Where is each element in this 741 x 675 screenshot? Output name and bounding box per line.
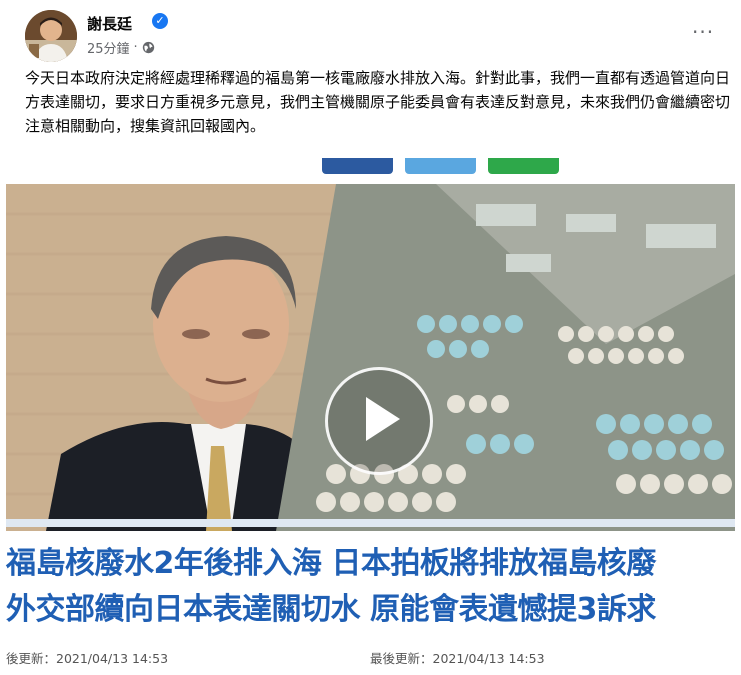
share-bar-green [488,158,559,174]
post-meta: 25分鐘 · [87,38,155,57]
post-text: 今天日本政府決定將經處理稀釋過的福島第一核電廠廢水排放入海。針對此事，我們一直都… [25,69,731,135]
link-preview-image[interactable]: 福島核廢水2年後排入海 日本拍板將排放福島核廢 外交部續向日本表達關切水 原能會… [0,158,741,675]
post-time[interactable]: 25分鐘 [87,38,130,57]
share-bar-blue [322,158,393,174]
facebook-post: 謝長廷 ✓ 25分鐘 · ··· 今天日本政府決定將經處理稀釋過的福島第一核電廠… [0,0,741,675]
video-thumbnail[interactable] [6,184,735,531]
share-buttons-strip [0,158,741,184]
headline-line-1: 福島核廢水2年後排入海 日本拍板將排放福島核廢 [6,546,656,581]
verified-badge-icon: ✓ [152,13,168,29]
update-timestamp-left: 後更新：2021/04/13 14:53 [6,651,169,666]
more-options-icon[interactable]: ··· [692,20,714,44]
share-bar-lightblue [405,158,476,174]
headline-divider [6,519,735,527]
globe-icon[interactable] [142,41,155,54]
post-header: 謝長廷 ✓ 25分鐘 · ··· [0,0,741,64]
meta-separator: · [133,40,138,55]
headline-line-2: 外交部續向日本表達關切水 原能會表遺憾提3訴求 [6,592,656,627]
play-icon[interactable] [325,367,433,475]
update-timestamp-right: 最後更新：2021/04/13 14:53 [370,651,545,666]
author-name[interactable]: 謝長廷 [87,13,132,34]
avatar[interactable] [25,10,77,62]
avatar-image [25,10,77,62]
thumbnail-image [6,184,735,531]
